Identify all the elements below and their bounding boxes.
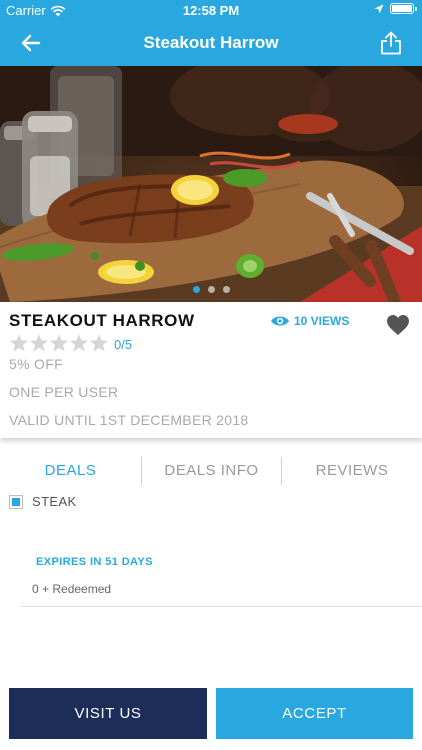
- carousel-dot[interactable]: [207, 286, 215, 293]
- carousel-dot[interactable]: [222, 286, 230, 293]
- share-icon: [381, 31, 401, 55]
- tab-reviews[interactable]: REVIEWS: [282, 452, 422, 488]
- deal-expiry: EXPIRES IN 51 DAYS: [36, 556, 153, 568]
- view-count: 10 VIEWS: [270, 314, 349, 328]
- divider: [20, 606, 422, 607]
- validity-text: VALID UNTIL 1ST DECEMBER 2018: [9, 412, 249, 428]
- views-label: 10 VIEWS: [294, 314, 350, 328]
- clock: 12:58 PM: [182, 3, 240, 18]
- discount-text: 5% OFF: [9, 356, 63, 372]
- carousel-dot[interactable]: [192, 286, 200, 293]
- star-icon[interactable]: [89, 333, 109, 353]
- hero-image-carousel[interactable]: [0, 66, 422, 302]
- star-icon[interactable]: [29, 333, 49, 353]
- eye-icon: [271, 316, 289, 326]
- deal-redeemed-count: 0 + Redeemed: [32, 582, 112, 596]
- star-icon[interactable]: [9, 333, 29, 353]
- star-icon[interactable]: [49, 333, 69, 353]
- deal-checkbox[interactable]: [9, 494, 23, 509]
- location-arrow-icon: [374, 4, 384, 13]
- tab-bar: DEALS DEALS INFO REVIEWS: [0, 452, 422, 488]
- star-icon[interactable]: [69, 333, 89, 353]
- deal-label: STEAK: [32, 494, 77, 509]
- rating-score: 0/5: [114, 337, 133, 352]
- venue-name: STEAKOUT HARROW: [9, 311, 195, 330]
- status-bar: Carrier 12:58 PM: [0, 0, 422, 20]
- page-title: Steakout Harrow: [143, 33, 279, 52]
- deal-option[interactable]: STEAK: [9, 494, 77, 509]
- star-rating[interactable]: [9, 333, 109, 353]
- steak-photo-illustration: [0, 66, 422, 302]
- tab-deals[interactable]: DEALS: [0, 452, 141, 488]
- limit-text: ONE PER USER: [9, 384, 119, 400]
- heart-icon[interactable]: [386, 314, 410, 336]
- back-button[interactable]: [14, 28, 48, 58]
- venue-info-card: STEAKOUT HARROW 10 VIEWS 0/5 5% OFF ONE …: [0, 302, 422, 438]
- nav-bar: Steakout Harrow: [0, 20, 422, 66]
- battery-icon: [390, 3, 417, 14]
- accept-button[interactable]: ACCEPT: [216, 688, 413, 739]
- share-button[interactable]: [374, 28, 408, 58]
- back-arrow-icon: [21, 34, 41, 52]
- carousel-indicator[interactable]: [0, 286, 422, 293]
- tab-deals-info[interactable]: DEALS INFO: [142, 452, 281, 488]
- visit-us-button[interactable]: VISIT US: [9, 688, 207, 739]
